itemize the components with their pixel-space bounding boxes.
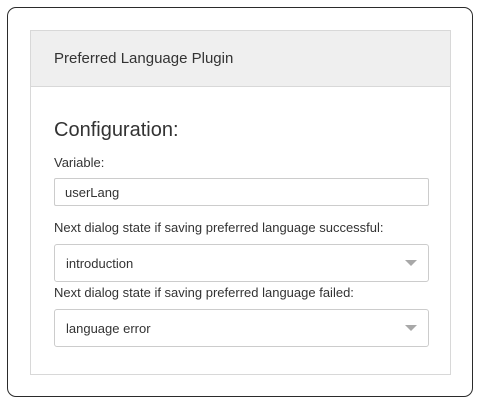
variable-label: Variable: bbox=[54, 155, 105, 170]
failed-state-label: Next dialog state if saving preferred la… bbox=[54, 285, 354, 300]
variable-input[interactable] bbox=[54, 178, 429, 206]
success-state-select[interactable]: introduction bbox=[54, 244, 429, 282]
plugin-panel: Preferred Language Plugin Configuration:… bbox=[30, 30, 451, 375]
failed-state-value: language error bbox=[66, 320, 151, 336]
success-state-value: introduction bbox=[66, 255, 134, 271]
chevron-down-icon bbox=[405, 325, 417, 331]
configuration-heading: Configuration: bbox=[54, 119, 179, 141]
failed-state-select[interactable]: language error bbox=[54, 309, 429, 347]
success-state-label: Next dialog state if saving preferred la… bbox=[54, 220, 384, 235]
chevron-down-icon bbox=[405, 260, 417, 266]
panel-title: Preferred Language Plugin bbox=[54, 50, 234, 67]
panel-header: Preferred Language Plugin bbox=[31, 31, 450, 87]
panel-body: Configuration: Variable: Next dialog sta… bbox=[31, 118, 450, 347]
